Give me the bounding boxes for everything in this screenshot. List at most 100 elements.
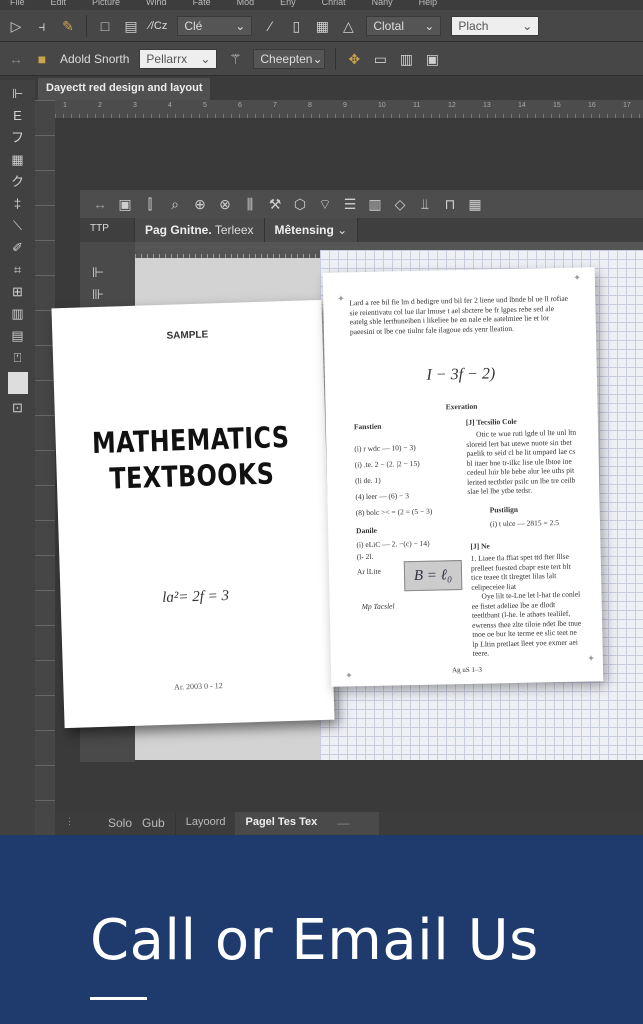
menu-help[interactable]: Help bbox=[419, 0, 438, 10]
hook-tool-icon[interactable]: フ bbox=[10, 130, 26, 146]
pen-icon[interactable]: ✎ bbox=[60, 18, 76, 34]
preset-select[interactable]: Pellarrx ⌄ bbox=[139, 48, 218, 69]
layout-icon[interactable]: ▣ bbox=[424, 51, 440, 67]
marker-icon[interactable]: ⊗ bbox=[217, 196, 233, 212]
color-swatch-icon[interactable] bbox=[7, 372, 28, 394]
font-style-select[interactable]: Clé ⌄ bbox=[177, 15, 253, 36]
exercise-item: (li de. 1) bbox=[354, 475, 381, 486]
ruler-tick-label: 6 bbox=[238, 102, 242, 109]
workspace-label: Adold Snorth bbox=[60, 51, 130, 66]
pencil-tool-icon[interactable]: ✐ bbox=[10, 240, 26, 256]
column-right-icon[interactable]: ⊓ bbox=[442, 196, 458, 212]
selection-tool-icon[interactable]: ▷ bbox=[8, 18, 24, 34]
call-to-action[interactable]: Call or Email Us bbox=[90, 908, 539, 973]
eyedropper-icon[interactable]: ⁄ bbox=[262, 18, 278, 34]
vertical-ruler[interactable] bbox=[35, 100, 55, 835]
list-icon[interactable]: ☰ bbox=[342, 196, 358, 212]
anchor-tool-icon[interactable]: ‡ bbox=[10, 196, 26, 212]
frame-icon[interactable]: ▤ bbox=[123, 18, 139, 34]
screen-mode-icon[interactable]: ⊡ bbox=[10, 400, 26, 416]
tab-page-content[interactable]: Pag Gnitne. Terleex bbox=[135, 218, 265, 242]
text-frame-icon[interactable]: ▭ bbox=[372, 51, 388, 67]
content-page[interactable]: ✦ ✦ ✦ ✦ Lard a ree bil fie lm d bedigre … bbox=[322, 267, 604, 687]
chevron-down-icon: ⌄ bbox=[424, 18, 435, 33]
corner-mark-icon: ✦ bbox=[337, 293, 345, 304]
tab-ttp[interactable]: TTP bbox=[80, 218, 135, 242]
columns-icon[interactable]: ⫼ bbox=[242, 196, 258, 212]
right-item: (i) t ulce — 2815 = 2.5 bbox=[489, 518, 560, 529]
ruler-tick-label: 2 bbox=[98, 102, 102, 109]
right-paragraph-3: Oye lilt te-Lne let l-hat tle conlel ee … bbox=[471, 589, 582, 658]
page-icon[interactable]: ▯ bbox=[288, 18, 304, 34]
folder-icon[interactable]: ■ bbox=[34, 51, 50, 67]
style-select[interactable]: Plach ⌄ bbox=[451, 15, 540, 36]
menu-eny[interactable]: Eny bbox=[280, 0, 296, 10]
grid-icon[interactable]: ▦ bbox=[314, 18, 330, 34]
link-icon[interactable]: ⌔ bbox=[317, 196, 333, 212]
column-left-icon[interactable]: ⫫ bbox=[417, 196, 433, 212]
tab-solo[interactable]: Solo bbox=[98, 812, 142, 835]
menu-mod[interactable]: Mod bbox=[237, 0, 255, 10]
menu-chrlat[interactable]: Chrlat bbox=[322, 0, 346, 10]
ruler-tick-label: 9 bbox=[343, 102, 347, 109]
horizontal-ruler[interactable]: 1 2 3 4 5 6 7 8 9 10 11 12 13 14 15 16 17 bbox=[55, 100, 643, 118]
shield-icon[interactable]: ⬡ bbox=[292, 196, 308, 212]
arrow-icon[interactable]: ↔ bbox=[8, 51, 24, 67]
menu-picture[interactable]: Picture bbox=[92, 0, 120, 10]
tab-page-text[interactable]: Pagel Tes Tex bbox=[235, 812, 328, 835]
ruler-tick-label: 8 bbox=[308, 102, 312, 109]
zoom-icon[interactable]: ⌕ bbox=[167, 196, 183, 212]
menu-edit[interactable]: Edit bbox=[51, 0, 67, 10]
inner-toolbar: ↔ ▣ ⫿ ⌕ ⊕ ⊗ ⫼ ⚒ ⬡ ⌔ ☰ ▥ ◇ ⫫ ⊓ ▦ bbox=[80, 190, 643, 218]
menu-window[interactable]: Wind bbox=[146, 0, 167, 10]
tab-more[interactable]: — bbox=[327, 812, 380, 835]
grid-tool-icon[interactable]: ▦ bbox=[10, 152, 26, 168]
menu-fate[interactable]: Fate bbox=[193, 0, 211, 10]
type-tool-icon[interactable]: E bbox=[10, 108, 26, 124]
columns-icon[interactable]: ▥ bbox=[398, 51, 414, 67]
tools-panel: ⊩ E フ ▦ ク ‡ ⟍ ✐ ⌗ ⊞ ▥ ▤ ⍞ ⊡ bbox=[0, 80, 35, 835]
chapter-select[interactable]: Cheepten ⌄ bbox=[253, 48, 326, 69]
font-select[interactable]: Clotal ⌄ bbox=[366, 15, 442, 36]
link-icon[interactable]: ✥ bbox=[346, 51, 362, 67]
page-nav-icon[interactable]: ⋮ bbox=[55, 812, 84, 835]
wand-icon[interactable]: ⚚ bbox=[227, 51, 243, 67]
exercise-item: (i) .te. 2 − (2. |2 − 15) bbox=[354, 458, 420, 470]
chart-tool-icon[interactable]: ▥ bbox=[10, 306, 26, 322]
cover-page[interactable]: SAMPLE MATHEMATICS TEXTBOOKS lɑ²= 2f = 3… bbox=[51, 299, 335, 729]
control-toolbar: ↔ ■ Adold Snorth Pellarrx ⌄ ⚚ Cheepten ⌄ ✥… bbox=[0, 42, 643, 76]
tab-gub[interactable]: Gub bbox=[142, 812, 175, 835]
ruler-tool-icon[interactable]: ⊩ bbox=[10, 86, 26, 102]
section-heading: Exeration bbox=[445, 401, 478, 412]
ruler-tick-label: 17 bbox=[623, 102, 631, 109]
ruler-tick-label: 10 bbox=[378, 102, 386, 109]
measure-icon[interactable]: ↔ bbox=[92, 196, 108, 212]
frame-tool-icon[interactable]: ⊞ bbox=[10, 284, 26, 300]
align-icon[interactable]: ⫞ bbox=[34, 18, 50, 34]
ruler-tick-label: 14 bbox=[518, 102, 526, 109]
table-tool-icon[interactable]: ▤ bbox=[10, 328, 26, 344]
curve-tool-icon[interactable]: ク bbox=[10, 174, 26, 190]
table-grid-icon[interactable]: ▦ bbox=[467, 196, 483, 212]
chevron-down-icon: ⌄ bbox=[200, 51, 211, 66]
frame-icon[interactable]: ▣ bbox=[117, 196, 133, 212]
menu-file[interactable]: File bbox=[10, 0, 25, 10]
rectangle-icon[interactable]: □ bbox=[97, 18, 113, 34]
wrench-icon[interactable]: ⚒ bbox=[267, 196, 283, 212]
chevron-down-icon: ⌄ bbox=[522, 18, 533, 33]
tab-dimensions[interactable]: Mêtensing ⌄ bbox=[264, 218, 359, 242]
crop-tool-icon[interactable]: ⌗ bbox=[10, 262, 26, 278]
main-equation: I − 3f − 2) bbox=[426, 365, 496, 384]
note-text: Mp Tacslel bbox=[361, 601, 395, 612]
document-tab[interactable]: Dayectt red design and layout bbox=[38, 78, 211, 100]
align-icon[interactable]: ⫿ bbox=[142, 196, 158, 212]
ruler-tick-label: 12 bbox=[448, 102, 456, 109]
diamond-icon[interactable]: ◇ bbox=[392, 196, 408, 212]
triangle-icon[interactable]: △ bbox=[340, 18, 356, 34]
table-icon[interactable]: ▥ bbox=[367, 196, 383, 212]
menu-nany[interactable]: Nany bbox=[372, 0, 393, 10]
hand-tool-icon[interactable]: ⍞ bbox=[10, 350, 26, 366]
line-tool-icon[interactable]: ⟍ bbox=[10, 218, 26, 234]
globe-icon[interactable]: ⊕ bbox=[192, 196, 208, 212]
tab-layout[interactable]: Layoord bbox=[174, 812, 236, 835]
